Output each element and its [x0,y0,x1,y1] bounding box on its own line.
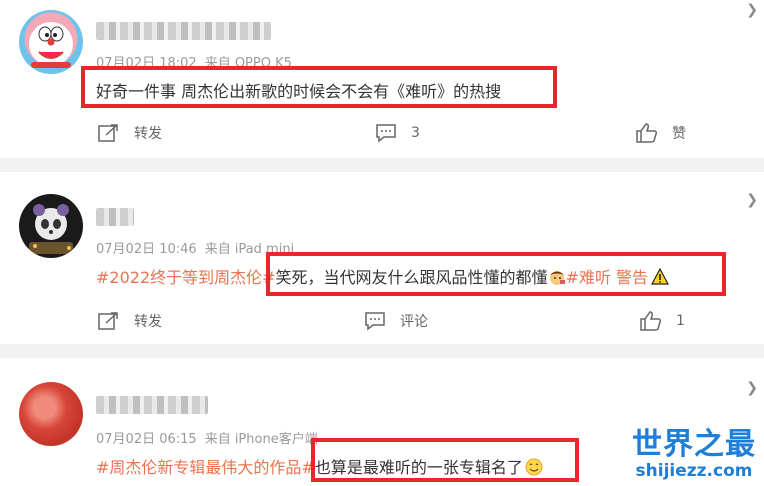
username-blurred[interactable] [96,22,271,40]
source-device: 来自 iPhone客户端 [204,432,318,447]
comment-button[interactable]: 3 [375,123,420,143]
comment-card-1: 07月02日 18:02 来自 OPPO K5 好奇一件事 周杰伦出新歌的时候会不… [0,0,764,158]
repost-label: 转发 [134,126,162,142]
comment-label: 评论 [400,314,428,330]
comment-meta: 07月02日 06:15 来自 iPhone客户端 [96,428,318,447]
highlight-box [81,66,557,108]
comment-icon [365,312,385,331]
comment-card-2: 07月02日 10:46 来自 iPad mini #2022终于等到周杰伦#笑死… [0,172,764,344]
repost-icon [98,312,118,330]
thumbs-up-icon [636,123,658,143]
watermark-title: 世界之最 [632,427,756,462]
watermark: 世界之最 shijiezz.com [632,427,756,481]
thumbs-up-icon [640,311,662,331]
highlight-box [311,438,579,482]
like-button[interactable]: 1 [640,311,685,331]
repost-icon [98,124,118,142]
timestamp: 07月02日 06:15 [96,432,197,447]
timestamp: 07月02日 10:46 [96,242,197,257]
repost-button[interactable]: 转发 [98,123,162,143]
watermark-url: shijiezz.com [635,461,753,481]
like-count: 1 [676,313,685,329]
username-blurred[interactable] [96,396,208,414]
panda-avatar-icon [29,204,73,254]
avatar[interactable] [19,382,83,446]
topic-tag[interactable]: #周杰伦新专辑最伟大的作品# [96,458,315,477]
username-blurred[interactable] [96,208,134,226]
avatar[interactable] [19,194,83,258]
comment-count: 3 [411,125,420,141]
like-label: 赞 [672,126,686,142]
topic-tag[interactable]: #2022终于等到周杰伦# [96,268,276,287]
chevron-down-icon[interactable]: ❯ [746,380,758,396]
doraemon-avatar-icon [29,22,73,68]
like-button[interactable]: 赞 [636,123,686,143]
avatar[interactable] [19,10,83,74]
comment-button[interactable]: 评论 [364,311,428,331]
repost-label: 转发 [134,314,162,330]
chevron-down-icon[interactable]: ❯ [746,192,758,208]
highlight-box [266,252,726,296]
chevron-down-icon[interactable]: ❯ [746,2,758,18]
comment-meta: 07月02日 10:46 来自 iPad mini [96,238,294,257]
comment-icon [376,124,396,143]
repost-button[interactable]: 转发 [98,311,162,331]
